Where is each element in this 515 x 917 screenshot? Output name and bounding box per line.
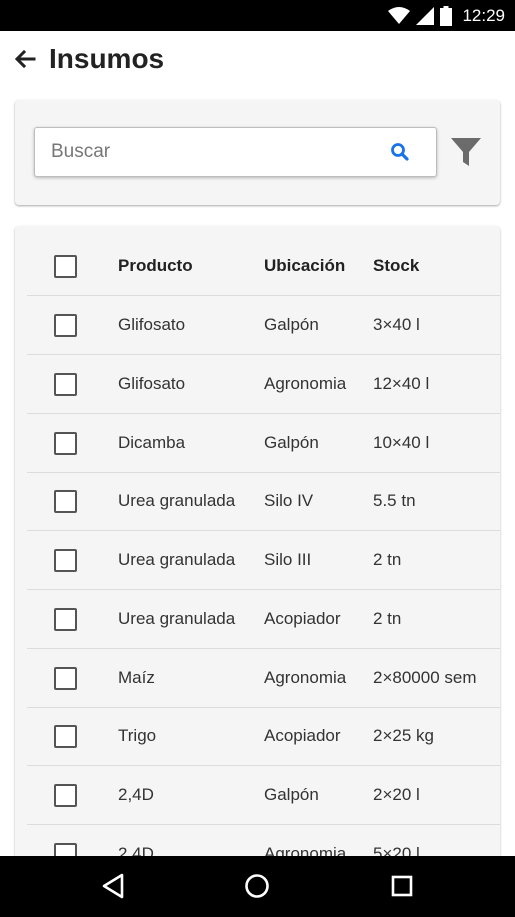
- search-card: [15, 100, 500, 205]
- row-checkbox[interactable]: [54, 490, 77, 513]
- cell-location: Agronomia: [264, 374, 347, 393]
- arrow-left-icon: [14, 49, 36, 69]
- cell-stock: 10×40 l: [373, 433, 430, 452]
- battery-icon: [440, 6, 453, 26]
- row-checkbox[interactable]: [54, 432, 77, 455]
- row-checkbox[interactable]: [54, 314, 77, 337]
- row-checkbox[interactable]: [54, 725, 77, 748]
- table-row[interactable]: Trigo Acopiador 2×25 kg: [27, 707, 500, 766]
- search-box: [34, 127, 437, 177]
- app-bar: Insumos: [0, 31, 515, 87]
- back-triangle-icon[interactable]: [98, 871, 128, 901]
- search-icon[interactable]: [390, 142, 410, 162]
- column-header-stock[interactable]: Stock: [373, 237, 419, 295]
- row-checkbox[interactable]: [54, 608, 77, 631]
- cell-stock: 2×20 l: [373, 785, 420, 804]
- home-circle-icon[interactable]: [242, 871, 272, 901]
- status-bar: 12:29: [0, 0, 515, 31]
- table-header-row: Producto Ubicación Stock: [27, 237, 500, 296]
- cell-product: Maíz: [118, 668, 155, 687]
- cell-location: Galpón: [264, 785, 319, 804]
- row-checkbox[interactable]: [54, 667, 77, 690]
- wifi-icon: [388, 7, 411, 24]
- cell-product: Urea granulada: [118, 609, 236, 628]
- supplies-table: Producto Ubicación Stock Glifosato Galpó…: [15, 226, 500, 917]
- cell-product: Glifosato: [118, 374, 186, 393]
- table-row[interactable]: Glifosato Galpón 3×40 l: [27, 296, 500, 355]
- signal-icon: [416, 7, 435, 25]
- navigation-bar: [0, 856, 515, 917]
- cell-stock: 5.5 tn: [373, 491, 416, 510]
- cell-location: Silo IV: [264, 491, 314, 510]
- cell-location: Acopiador: [264, 609, 341, 628]
- cell-product: Glifosato: [118, 315, 186, 334]
- table-row[interactable]: Dicamba Galpón 10×40 l: [27, 414, 500, 473]
- cell-stock: 2 tn: [373, 609, 402, 628]
- column-header-product[interactable]: Producto: [118, 237, 193, 295]
- row-checkbox[interactable]: [54, 549, 77, 572]
- table-row[interactable]: Urea granulada Silo III 2 tn: [27, 531, 500, 590]
- cell-product: Dicamba: [118, 433, 186, 452]
- table-row[interactable]: Urea granulada Silo IV 5.5 tn: [27, 472, 500, 531]
- table-row[interactable]: 2,4D Galpón 2×20 l: [27, 766, 500, 825]
- cell-stock: 3×40 l: [373, 315, 420, 334]
- cell-location: Agronomia: [264, 668, 347, 687]
- search-input[interactable]: [51, 128, 381, 176]
- cell-stock: 2×25 kg: [373, 726, 434, 745]
- table-row[interactable]: Urea granulada Acopiador 2 tn: [27, 590, 500, 649]
- recents-square-icon[interactable]: [387, 871, 417, 901]
- cell-location: Galpón: [264, 433, 319, 452]
- cell-location: Silo III: [264, 550, 312, 569]
- cell-location: Acopiador: [264, 726, 341, 745]
- status-time: 12:29: [462, 6, 505, 25]
- table-row[interactable]: Maíz Agronomia 2×80000 sem: [27, 649, 500, 708]
- page-title: Insumos: [49, 43, 165, 74]
- select-all-checkbox[interactable]: [54, 255, 77, 278]
- back-button[interactable]: [1, 35, 49, 83]
- cell-product: Urea granulada: [118, 491, 236, 510]
- column-header-location[interactable]: Ubicación: [264, 237, 345, 295]
- row-checkbox[interactable]: [54, 784, 77, 807]
- cell-location: Galpón: [264, 315, 319, 334]
- cell-product: Trigo: [118, 726, 157, 745]
- cell-stock: 12×40 l: [373, 374, 430, 393]
- cell-product: Urea granulada: [118, 550, 236, 569]
- row-checkbox[interactable]: [54, 373, 77, 396]
- filter-icon[interactable]: [449, 135, 483, 169]
- cell-stock: 2 tn: [373, 550, 402, 569]
- cell-product: 2,4D: [118, 785, 154, 804]
- table-row[interactable]: Glifosato Agronomia 12×40 l: [27, 355, 500, 414]
- cell-stock: 2×80000 sem: [373, 668, 477, 687]
